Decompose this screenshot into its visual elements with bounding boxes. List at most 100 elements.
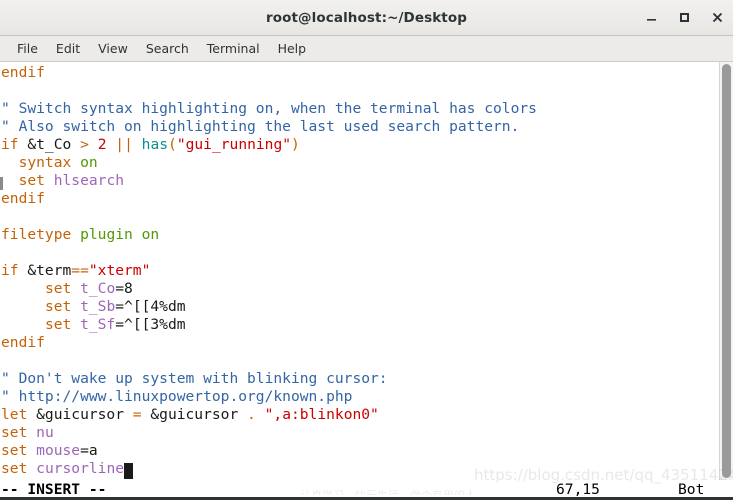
code-line: let &guicursor = &guicursor . ",a:blinko…: [1, 406, 719, 424]
code-line: set hlsearch: [1, 172, 719, 190]
code-token: t_Sf: [80, 316, 116, 333]
code-line: if &t_Co > 2 || has("gui_running"): [1, 136, 719, 154]
code-token: t_Sb: [80, 298, 116, 315]
code-token: plugin on: [80, 226, 160, 243]
maximize-button[interactable]: [677, 10, 692, 25]
gutter-tick-mark: [0, 177, 3, 190]
code-token: ): [291, 136, 300, 153]
scrollbar-thumb[interactable]: [722, 64, 731, 478]
code-line: " Switch syntax highlighting on, when th…: [1, 100, 719, 118]
code-token: set: [44, 280, 72, 297]
code-token: t_Co: [80, 280, 116, 297]
code-token: " Also switch on highlighting the last u…: [1, 118, 520, 135]
code-token: set: [1, 442, 28, 459]
code-line: endif: [1, 64, 719, 82]
code-token: set: [1, 460, 28, 477]
code-token: on: [80, 154, 98, 171]
title-bar: root@localhost:~/Desktop: [0, 0, 733, 36]
code-token: endif: [1, 190, 45, 207]
text-cursor: [124, 463, 133, 479]
code-token: if: [1, 262, 19, 279]
terminal-scrollbar[interactable]: [719, 62, 733, 480]
menu-item-help[interactable]: Help: [269, 38, 316, 59]
code-token: set: [18, 172, 45, 189]
code-line: set nu: [1, 424, 719, 442]
code-token: "xterm": [88, 262, 151, 279]
code-line: endif: [1, 190, 719, 208]
terminal-window: root@localhost:~/Desktop File Edit View: [0, 0, 733, 500]
code-token: ",a:blinkon0": [264, 406, 379, 423]
code-token: hlsearch: [53, 172, 125, 189]
code-token: cursorline: [36, 460, 125, 477]
code-line: set t_Sb=^[[4%dm: [1, 298, 719, 316]
code-token: =a: [80, 442, 98, 459]
code-token: nu: [36, 424, 54, 441]
code-token: mouse: [36, 442, 81, 459]
code-token: =8: [115, 280, 133, 297]
code-line: set t_Sf=^[[3%dm: [1, 316, 719, 334]
code-token: "gui_running": [176, 136, 292, 153]
code-token: syntax: [18, 154, 72, 171]
code-line: endif: [1, 334, 719, 352]
vim-text-area[interactable]: endif " Switch syntax highlighting on, w…: [0, 62, 719, 480]
code-token: if: [1, 136, 19, 153]
menu-item-search[interactable]: Search: [137, 38, 198, 59]
code-line: filetype plugin on: [1, 226, 719, 244]
code-line: " Don't wake up system with blinking cur…: [1, 370, 719, 388]
code-line: if &term=="xterm": [1, 262, 719, 280]
menu-item-edit[interactable]: Edit: [47, 38, 89, 59]
code-line: set t_Co=8: [1, 280, 719, 298]
terminal-body: endif " Switch syntax highlighting on, w…: [0, 62, 733, 480]
code-token: ||: [115, 136, 133, 153]
code-token: let: [1, 406, 28, 423]
code-token: " Don't wake up system with blinking cur…: [1, 370, 388, 387]
code-line: set mouse=a: [1, 442, 719, 460]
code-token: =^[[3%dm: [115, 316, 186, 333]
menu-item-terminal[interactable]: Terminal: [198, 38, 269, 59]
menu-item-file[interactable]: File: [8, 38, 47, 59]
code-line: " http://www.linuxpowertop.org/known.php: [1, 388, 719, 406]
minimize-button[interactable]: [644, 10, 659, 25]
code-token: set: [1, 424, 28, 441]
code-token: &term: [18, 262, 72, 279]
code-token: >: [80, 136, 89, 153]
code-token: ==: [71, 262, 89, 279]
code-token: " http://www.linuxpowertop.org/known.php: [1, 388, 353, 405]
code-token: endif: [1, 64, 45, 81]
code-token: (: [168, 136, 177, 153]
code-line: syntax on: [1, 154, 719, 172]
code-token: &guicursor: [141, 406, 248, 423]
menu-bar: File Edit View Search Terminal Help: [0, 36, 733, 62]
close-button[interactable]: [710, 10, 725, 25]
code-token: filetype: [1, 226, 72, 243]
menu-item-view[interactable]: View: [89, 38, 137, 59]
code-token: set: [44, 316, 72, 333]
code-token: " Switch syntax highlighting on, when th…: [1, 100, 537, 117]
window-controls: [644, 0, 725, 35]
code-token: set: [44, 298, 72, 315]
bottom-strip-light: [0, 495, 540, 497]
window-title: root@localhost:~/Desktop: [266, 9, 467, 26]
code-token: =: [132, 406, 142, 423]
code-token: .: [247, 406, 256, 423]
code-line: set cursorline: [1, 460, 719, 479]
